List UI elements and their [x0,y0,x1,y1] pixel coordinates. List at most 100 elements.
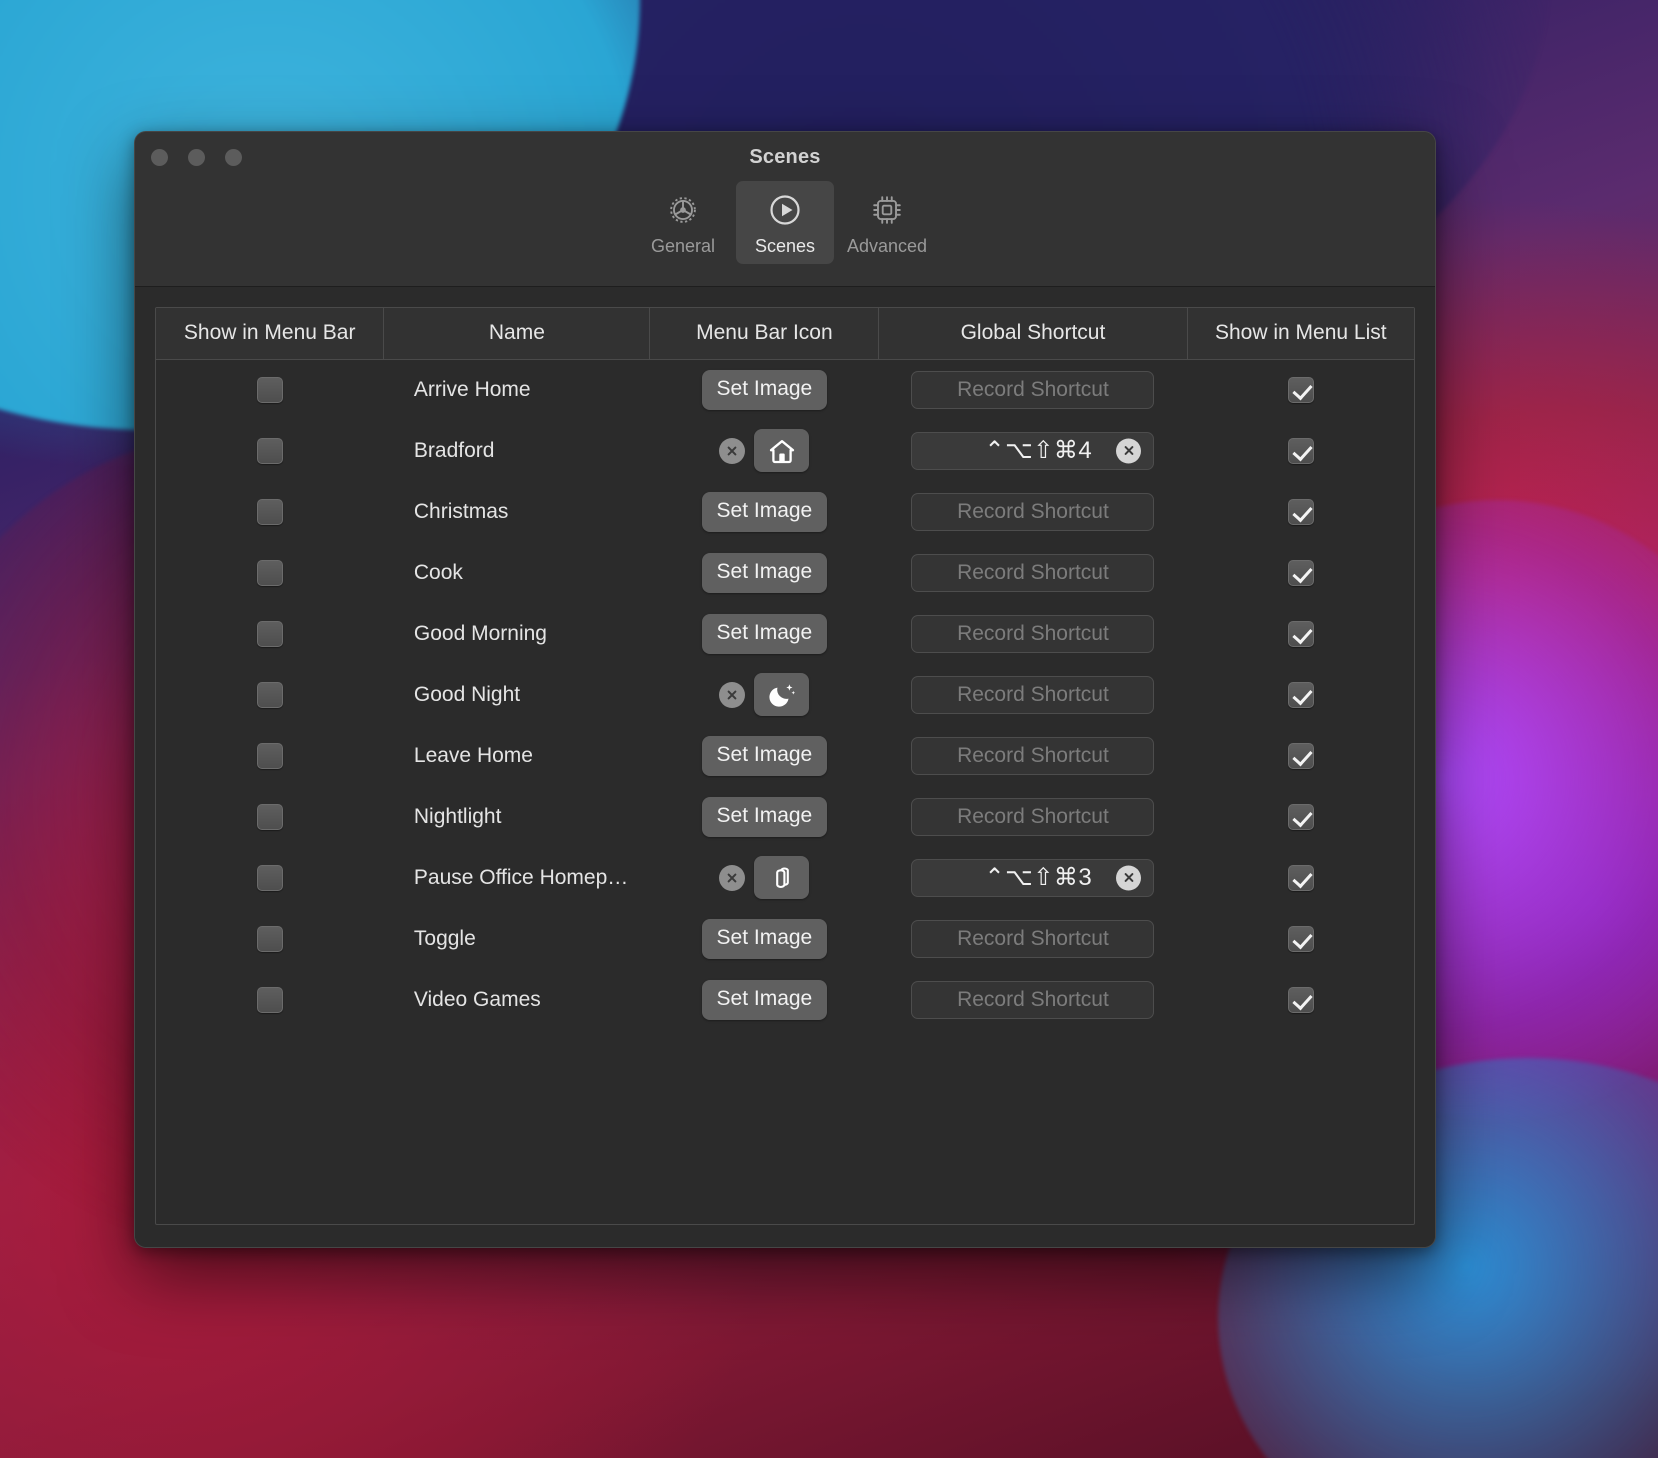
show-in-menu-bar-checkbox[interactable] [256,620,283,647]
cell-menu-bar-icon [650,420,879,481]
cell-scene-name[interactable]: Leave Home [384,725,650,786]
show-in-menu-list-checkbox[interactable] [1287,925,1314,952]
set-image-button[interactable]: Set Image [701,735,828,776]
cell-show-in-menu-bar [156,969,384,1030]
cell-show-in-menu-list [1187,664,1414,725]
shortcut-recorder[interactable]: Record Shortcut [911,797,1155,836]
tab-advanced-label: Advanced [846,236,928,256]
column-header-name[interactable]: Name [383,308,651,360]
show-in-menu-list-checkbox[interactable] [1287,803,1314,830]
cell-show-in-menu-list [1187,603,1414,664]
shortcut-recorder[interactable]: Record Shortcut [911,370,1155,409]
show-in-menu-bar-checkbox[interactable] [256,498,283,525]
house-icon[interactable] [754,429,810,472]
shortcut-recorder[interactable]: Record Shortcut [911,614,1155,653]
shortcut-recorder[interactable]: ⌃⌥⇧⌘4 [911,431,1155,470]
cell-global-shortcut: Record Shortcut [879,542,1187,603]
show-in-menu-list-checkbox[interactable] [1287,620,1314,647]
cell-show-in-menu-bar [156,481,384,542]
shortcut-recorder[interactable]: Record Shortcut [911,736,1155,775]
table-row[interactable]: Nightlight Set Image Record Shortcut [156,786,1414,847]
table-row[interactable]: Arrive Home Set Image Record Shortcut [156,359,1414,420]
cell-scene-name[interactable]: Pause Office Homep… [384,847,650,908]
set-image-button[interactable]: Set Image [701,918,828,959]
shortcut-recorder[interactable]: ⌃⌥⇧⌘3 [911,858,1155,897]
cell-menu-bar-icon [650,664,879,725]
toolbar-tab-group: General Scenes Advanced [135,181,1435,264]
show-in-menu-bar-checkbox[interactable] [256,681,283,708]
show-in-menu-bar-checkbox[interactable] [256,925,283,952]
clear-shortcut-button[interactable] [1116,865,1142,890]
shortcut-recorder[interactable]: Record Shortcut [911,980,1155,1019]
table-row[interactable]: Video Games Set Image Record Shortcut [156,969,1414,1030]
cell-show-in-menu-list [1187,725,1414,786]
tab-advanced[interactable]: Advanced [838,181,936,264]
show-in-menu-bar-checkbox[interactable] [256,559,283,586]
cell-show-in-menu-bar [156,359,384,420]
table-row[interactable]: Toggle Set Image Record Shortcut [156,908,1414,969]
show-in-menu-list-checkbox[interactable] [1287,986,1314,1013]
table-row[interactable]: Pause Office Homep… ⌃⌥⇧⌘3 [156,847,1414,908]
show-in-menu-list-checkbox[interactable] [1287,864,1314,891]
cell-scene-name[interactable]: Bradford [384,420,650,481]
column-header-global-shortcut[interactable]: Global Shortcut [878,308,1188,360]
homepod-icon[interactable] [754,856,810,899]
clear-icon-button[interactable] [719,437,746,464]
table-row[interactable]: Cook Set Image Record Shortcut [156,542,1414,603]
cell-scene-name[interactable]: Good Morning [384,603,650,664]
set-image-button[interactable]: Set Image [701,979,828,1020]
cell-menu-bar-icon [650,847,879,908]
show-in-menu-bar-checkbox[interactable] [256,864,283,891]
cell-show-in-menu-bar [156,664,384,725]
show-in-menu-bar-checkbox[interactable] [256,376,283,403]
moon-stars-icon[interactable] [754,673,810,716]
set-image-button[interactable]: Set Image [701,613,828,654]
show-in-menu-list-checkbox[interactable] [1287,498,1314,525]
cell-scene-name[interactable]: Arrive Home [384,359,650,420]
cell-show-in-menu-list [1187,786,1414,847]
cell-scene-name[interactable]: Christmas [384,481,650,542]
table-row[interactable]: Bradford ⌃⌥⇧⌘4 [156,420,1414,481]
set-image-button[interactable]: Set Image [701,552,828,593]
shortcut-placeholder: Record Shortcut [957,926,1109,950]
table-row[interactable]: Good Morning Set Image Record Shortcut [156,603,1414,664]
show-in-menu-list-checkbox[interactable] [1287,559,1314,586]
cell-show-in-menu-list [1187,420,1414,481]
menu-bar-icon-group [719,673,810,716]
column-header-menu-bar-icon[interactable]: Menu Bar Icon [649,308,880,360]
cell-global-shortcut: Record Shortcut [879,603,1187,664]
shortcut-recorder[interactable]: Record Shortcut [911,553,1155,592]
show-in-menu-bar-checkbox[interactable] [256,986,283,1013]
set-image-button[interactable]: Set Image [701,796,828,837]
table-header-row: Show in Menu Bar Name Menu Bar Icon Glob… [156,308,1414,360]
tab-general[interactable]: General [634,181,732,264]
preferences-window: Scenes General Scenes Advanced Show in M… [134,131,1436,1248]
show-in-menu-list-checkbox[interactable] [1287,376,1314,403]
shortcut-recorder[interactable]: Record Shortcut [911,675,1155,714]
table-row[interactable]: Leave Home Set Image Record Shortcut [156,725,1414,786]
show-in-menu-list-checkbox[interactable] [1287,437,1314,464]
show-in-menu-list-checkbox[interactable] [1287,681,1314,708]
show-in-menu-bar-checkbox[interactable] [256,437,283,464]
table-row[interactable]: Christmas Set Image Record Shortcut [156,481,1414,542]
column-header-show-in-menu-list[interactable]: Show in Menu List [1187,308,1414,360]
tab-scenes[interactable]: Scenes [736,181,834,264]
show-in-menu-bar-checkbox[interactable] [256,742,283,769]
table-row[interactable]: Good Night Record Shortcut [156,664,1414,725]
clear-shortcut-button[interactable] [1116,438,1142,463]
show-in-menu-list-checkbox[interactable] [1287,742,1314,769]
clear-icon-button[interactable] [719,864,746,891]
shortcut-recorder[interactable]: Record Shortcut [911,919,1155,958]
column-header-show-in-menu-bar[interactable]: Show in Menu Bar [156,308,385,360]
clear-icon-button[interactable] [719,681,746,708]
cell-scene-name[interactable]: Nightlight [384,786,650,847]
cell-scene-name[interactable]: Good Night [384,664,650,725]
set-image-button[interactable]: Set Image [701,491,828,532]
cell-scene-name[interactable]: Toggle [384,908,650,969]
cell-scene-name[interactable]: Cook [384,542,650,603]
cell-scene-name[interactable]: Video Games [384,969,650,1030]
shortcut-recorder[interactable]: Record Shortcut [911,492,1155,531]
set-image-button[interactable]: Set Image [701,369,828,410]
show-in-menu-bar-checkbox[interactable] [256,803,283,830]
cell-show-in-menu-bar [156,542,384,603]
